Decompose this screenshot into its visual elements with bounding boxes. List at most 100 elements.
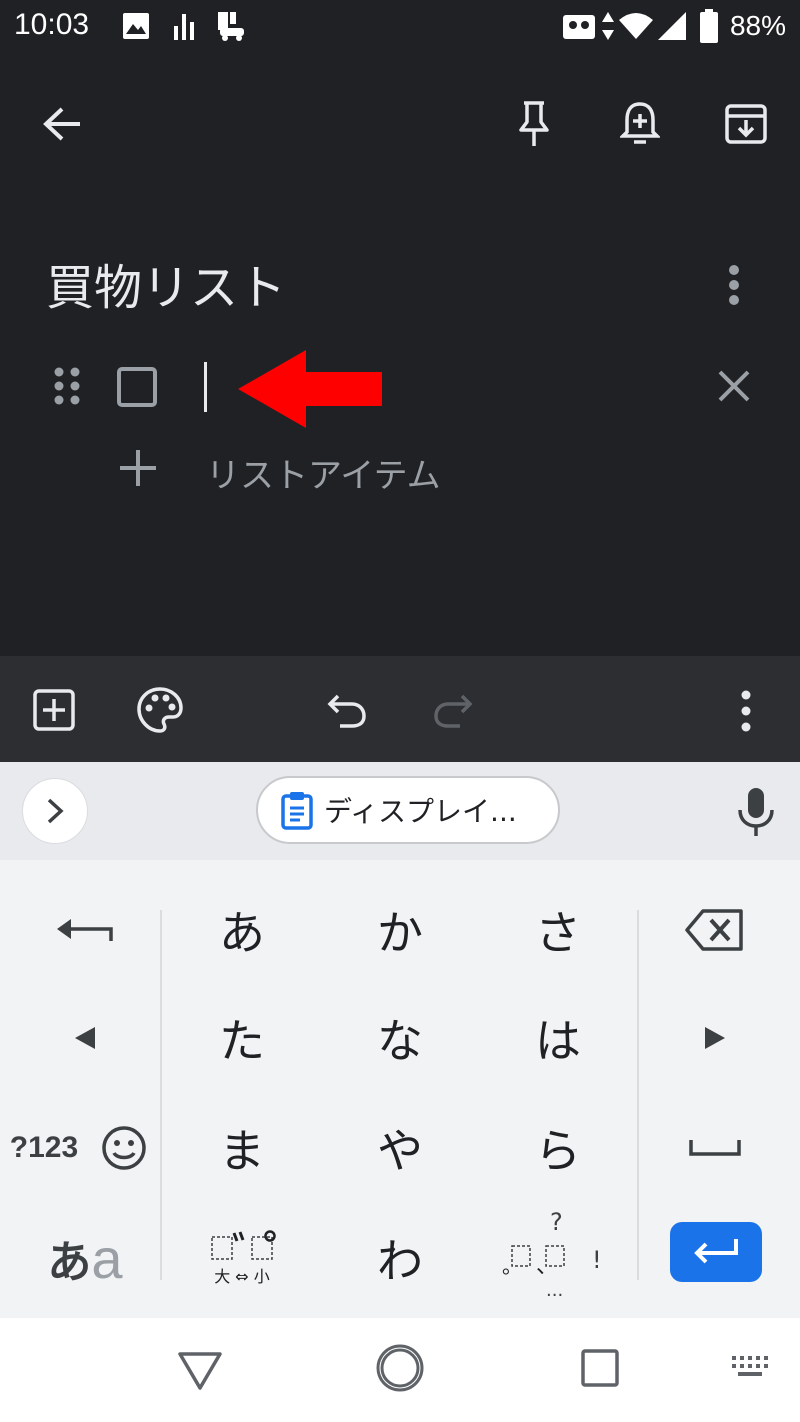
undo-icon (327, 694, 366, 728)
suggestion-strip: ディスプレイ... (0, 762, 800, 860)
microphone-icon (738, 788, 774, 836)
enter-icon (694, 1239, 738, 1264)
chart-notification-icon (174, 14, 194, 40)
archive-button[interactable] (716, 94, 776, 154)
system-nav-bar (0, 1318, 800, 1422)
space-key[interactable] (660, 1108, 770, 1188)
keyboard-divider-right (637, 910, 639, 1280)
key-ya[interactable]: や (342, 1108, 458, 1188)
battery-percent: 88% (729, 10, 786, 41)
redo-icon (434, 694, 473, 728)
punct-question: ? (550, 1208, 563, 1236)
key-punctuation[interactable]: ? 。 、 ! ... (500, 1208, 616, 1308)
undo-button[interactable] (326, 692, 368, 730)
archive-icon (725, 104, 767, 144)
key-sa[interactable]: さ (500, 890, 616, 970)
nav-home-circle-icon (376, 1344, 424, 1392)
checkbox-outline-icon (117, 367, 157, 407)
more-vertical-icon (741, 690, 751, 732)
palette-icon (137, 687, 183, 733)
bottom-more-button[interactable] (726, 686, 766, 736)
key-dakuten[interactable]: 大 ⇔ 小 (184, 1212, 300, 1302)
backspace-key[interactable] (660, 890, 770, 970)
battery-icon (700, 9, 718, 43)
nav-back-button[interactable] (176, 1346, 224, 1394)
delete-item-button[interactable] (712, 364, 756, 408)
undo-input-key[interactable] (30, 890, 140, 970)
add-item-button[interactable] (116, 446, 160, 490)
key-ta[interactable]: た (184, 998, 300, 1078)
plus-icon (120, 450, 156, 486)
space-icon (689, 1140, 741, 1156)
note-more-button[interactable] (714, 258, 754, 314)
keyboard: ディスプレイ... ?123 あa あ か さ た な は ま や ら 大 ⇔ … (0, 762, 800, 1318)
red-arrow-annotation (238, 350, 382, 428)
add-box-button[interactable] (32, 688, 76, 732)
key-ma[interactable]: ま (184, 1108, 300, 1188)
nav-home-button[interactable] (374, 1342, 426, 1394)
item-checkbox[interactable] (116, 366, 158, 408)
triangle-right-icon (705, 1027, 725, 1049)
image-notification-icon (123, 13, 149, 39)
numbers-key[interactable]: ?123 (4, 1108, 84, 1188)
key-ha[interactable]: は (500, 998, 616, 1078)
arrow-left-undo-icon (57, 919, 113, 941)
close-icon (718, 370, 750, 402)
clipboard-suggestion-chip[interactable]: ディスプレイ... (256, 776, 560, 844)
arrow-back-icon (43, 107, 80, 141)
smiley-icon (102, 1126, 146, 1170)
clipboard-suggestion-text: ディスプレイ... (324, 795, 517, 828)
drag-handle-icon (54, 367, 80, 405)
palette-button[interactable] (136, 686, 184, 734)
redo-button[interactable] (432, 692, 474, 730)
key-a[interactable]: あ (184, 890, 300, 970)
punct-period: 。 (502, 1254, 522, 1278)
punct-exclaim: ! (592, 1246, 602, 1274)
bell-plus-icon (620, 102, 660, 144)
drag-handle[interactable] (50, 364, 84, 408)
expand-toolbar-button[interactable] (22, 778, 88, 844)
enter-key[interactable] (670, 1222, 762, 1282)
keyboard-divider-left (160, 910, 162, 1280)
language-key-latin: a (91, 1226, 123, 1290)
reminder-button[interactable] (610, 94, 670, 154)
triangle-left-icon (75, 1027, 95, 1049)
punct-comma: 、 (536, 1254, 559, 1279)
add-item-label[interactable]: リストアイテム (206, 448, 441, 497)
nav-recents-square-icon (581, 1349, 619, 1387)
key-na[interactable]: な (342, 998, 458, 1078)
wifi-icon (619, 13, 653, 39)
text-cursor[interactable] (204, 362, 207, 412)
backspace-icon (685, 909, 743, 951)
data-transfer-icon (602, 12, 614, 40)
keyboard-icon (732, 1356, 768, 1376)
status-time: 10:03 (14, 8, 90, 41)
language-key-kana: あ (47, 1237, 92, 1288)
pin-icon (519, 101, 549, 146)
nav-recents-button[interactable] (580, 1348, 620, 1388)
note-bottom-bar (0, 656, 800, 762)
emoji-key[interactable] (96, 1116, 152, 1180)
clipboard-icon (281, 792, 313, 830)
add-box-icon (33, 689, 75, 731)
more-vertical-icon (729, 265, 739, 305)
status-bar: 10:03 88% (0, 0, 800, 56)
voice-input-button[interactable] (734, 784, 778, 840)
note-title[interactable]: 買物リスト (46, 248, 286, 318)
cursor-left-key[interactable] (30, 998, 140, 1078)
cell-signal-icon (658, 12, 686, 40)
nav-back-triangle-icon (178, 1352, 222, 1390)
keyboard-switch-button[interactable] (730, 1354, 770, 1384)
back-button[interactable] (32, 94, 92, 154)
pin-button[interactable] (504, 94, 564, 154)
language-switch-key[interactable]: あa (30, 1218, 140, 1298)
cursor-right-key[interactable] (660, 998, 770, 1078)
punct-more: ... (546, 1280, 564, 1301)
key-wa[interactable]: わ (342, 1218, 458, 1298)
dakuten-sub-label: 大 ⇔ 小 (214, 1267, 270, 1286)
car-notification-icon (218, 12, 244, 41)
key-ka[interactable]: か (342, 890, 458, 970)
chevron-right-icon (47, 798, 64, 824)
key-ra[interactable]: ら (500, 1108, 616, 1188)
cassette-icon (563, 15, 595, 39)
